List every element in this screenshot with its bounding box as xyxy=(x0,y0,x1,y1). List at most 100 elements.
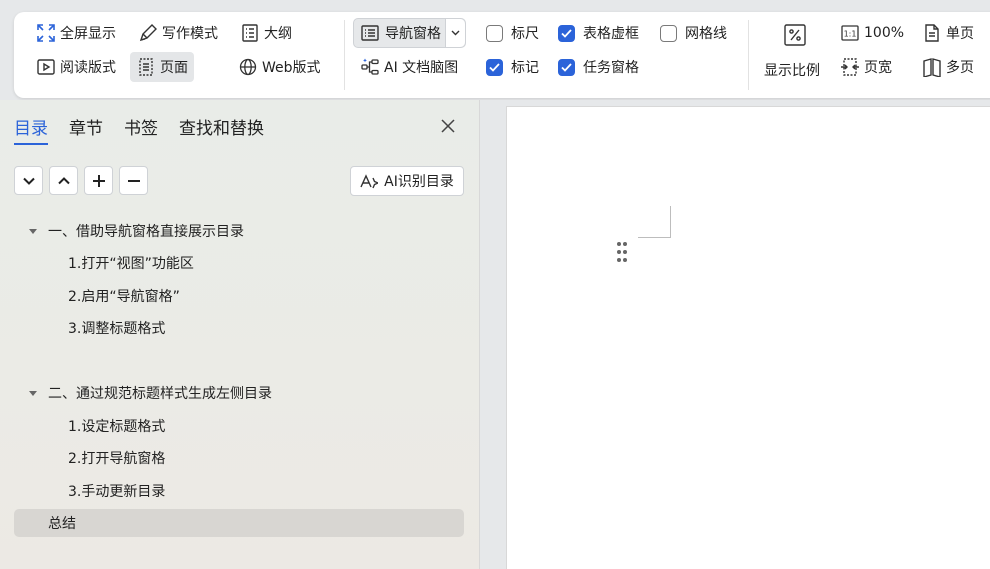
toc-item-label: 3.调整标题格式 xyxy=(68,321,166,337)
close-icon[interactable] xyxy=(440,118,456,134)
fullscreen-icon xyxy=(37,24,55,42)
toc-item[interactable]: 2.打开导航窗格 xyxy=(14,444,464,472)
checkmark-icon xyxy=(561,28,572,38)
web-layout-label: Web版式 xyxy=(262,60,321,76)
ai-mindmap-button[interactable]: AI 文档脑图 xyxy=(354,52,464,82)
fullscreen-label: 全屏显示 xyxy=(60,26,116,42)
page-width-button[interactable]: 页宽 xyxy=(834,52,898,82)
ai-sparkle-icon xyxy=(360,174,379,189)
tab-chapters[interactable]: 章节 xyxy=(69,114,103,145)
ai-recognize-toc-button[interactable]: AI识别目录 xyxy=(350,166,464,196)
toc-item[interactable]: 1.打开“视图”功能区 xyxy=(14,249,464,277)
task-pane-label: 任务窗格 xyxy=(583,60,639,76)
gridlines-checkbox-box[interactable] xyxy=(660,24,677,42)
markup-label: 标记 xyxy=(511,60,539,76)
toc-item[interactable]: 一、借助导航窗格直接展示目录 xyxy=(14,217,464,245)
zoom-label: 显示比例 xyxy=(764,63,820,79)
ribbon-separator xyxy=(748,20,749,90)
reading-layout-button[interactable]: 阅读版式 xyxy=(30,52,122,82)
single-page-label: 单页 xyxy=(946,26,974,42)
mindmap-icon xyxy=(361,58,379,75)
zoom-percent-icon xyxy=(784,24,806,46)
nav-tabs: 目录 章节 书签 查找和替换 xyxy=(14,114,264,145)
expand-down-button[interactable] xyxy=(14,166,43,195)
reading-layout-label: 阅读版式 xyxy=(60,60,116,76)
ai-recognize-toc-label: AI识别目录 xyxy=(384,174,454,190)
nav-pane-split-button[interactable]: 导航窗格 xyxy=(353,18,466,48)
single-page-button[interactable]: 单页 xyxy=(916,18,980,48)
toc-item[interactable]: 二、通过规范标题样式生成左侧目录 xyxy=(14,379,464,407)
page-layout-label: 页面 xyxy=(160,60,188,76)
chevron-down-icon xyxy=(22,177,35,185)
page-width-icon xyxy=(841,58,859,76)
multi-page-icon xyxy=(923,58,941,77)
outline-button[interactable]: 大纲 xyxy=(234,18,298,48)
nav-pane-dropdown[interactable] xyxy=(446,19,465,47)
ruler-label: 标尺 xyxy=(511,26,539,42)
page-layout-button[interactable]: 页面 xyxy=(130,52,194,82)
toc-item-label: 2.打开导航窗格 xyxy=(68,451,166,467)
tab-bookmarks[interactable]: 书签 xyxy=(124,114,158,145)
navigation-pane: 目录 章节 书签 查找和替换 AI识别目录 一、借助导航窗格直接展示目录 1.打… xyxy=(0,100,479,569)
ruler-checkbox-box[interactable] xyxy=(486,24,503,42)
ribbon-view-toolbar: 全屏显示 写作模式 大纲 阅读版式 页面 Web版式 导航窗格 AI 文档脑图 … xyxy=(14,12,990,98)
ribbon-separator xyxy=(344,20,345,90)
outline-icon xyxy=(242,24,258,42)
checkmark-icon xyxy=(489,62,500,72)
one-to-one-icon: 1:1 xyxy=(841,25,859,41)
toc-item-selected[interactable]: 总结 xyxy=(14,509,464,537)
checkmark-icon xyxy=(561,62,572,72)
task-pane-checkbox-box[interactable] xyxy=(558,58,575,76)
globe-icon xyxy=(239,58,257,76)
nav-pane-icon xyxy=(361,25,379,41)
outline-label: 大纲 xyxy=(264,26,292,42)
collapse-up-button[interactable] xyxy=(49,166,78,195)
multi-page-label: 多页 xyxy=(946,60,974,76)
multi-page-button[interactable]: 多页 xyxy=(916,52,980,82)
tab-toc[interactable]: 目录 xyxy=(14,114,48,145)
chevron-up-icon xyxy=(57,176,70,184)
toc-item-label: 1.打开“视图”功能区 xyxy=(68,256,194,272)
writing-mode-button[interactable]: 写作模式 xyxy=(132,18,224,48)
drag-handle-icon[interactable] xyxy=(616,241,628,263)
svg-text:1:1: 1:1 xyxy=(844,30,857,39)
table-gridlines-checkbox-box[interactable] xyxy=(558,24,575,42)
tab-find-replace[interactable]: 查找和替换 xyxy=(179,114,264,145)
pen-icon xyxy=(139,24,157,42)
plus-icon xyxy=(92,174,105,187)
document-page[interactable] xyxy=(506,106,990,569)
ruler-checkbox[interactable]: 标尺 xyxy=(486,18,539,48)
task-pane-checkbox[interactable]: 任务窗格 xyxy=(558,52,639,82)
minus-icon xyxy=(127,179,140,182)
margin-corner-mark xyxy=(638,206,671,238)
toc-item[interactable]: 1.设定标题格式 xyxy=(14,412,464,440)
writing-mode-label: 写作模式 xyxy=(162,26,218,42)
markup-checkbox[interactable]: 标记 xyxy=(486,52,539,82)
nav-pane-button[interactable]: 导航窗格 xyxy=(354,19,446,47)
toc-item[interactable]: 3.调整标题格式 xyxy=(14,314,464,342)
zoom-button[interactable]: 显示比例 xyxy=(760,20,830,88)
page-icon xyxy=(139,58,153,76)
toc-item-label: 1.设定标题格式 xyxy=(68,419,166,435)
toc-item[interactable]: 2.启用“导航窗格” xyxy=(14,282,464,310)
toc-item-label: 总结 xyxy=(48,516,76,532)
remove-heading-button[interactable] xyxy=(119,166,148,195)
nav-pane-label: 导航窗格 xyxy=(385,26,441,42)
toc-item[interactable]: 3.手动更新目录 xyxy=(14,477,464,505)
single-page-icon xyxy=(925,24,939,42)
zoom-100-button[interactable]: 1:1 100% xyxy=(834,18,910,48)
ai-mindmap-label: AI 文档脑图 xyxy=(384,60,459,76)
zoom-100-label: 100% xyxy=(864,25,905,41)
table-gridlines-label: 表格虚框 xyxy=(583,26,639,42)
page-width-label: 页宽 xyxy=(864,60,892,76)
add-heading-button[interactable] xyxy=(84,166,113,195)
caret-down-icon[interactable] xyxy=(28,228,48,235)
web-layout-button[interactable]: Web版式 xyxy=(232,52,327,82)
toc-item-label: 3.手动更新目录 xyxy=(68,484,166,500)
gridlines-checkbox[interactable]: 网格线 xyxy=(660,18,727,48)
markup-checkbox-box[interactable] xyxy=(486,58,503,76)
table-gridlines-checkbox[interactable]: 表格虚框 xyxy=(558,18,639,48)
toc-item-label: 2.启用“导航窗格” xyxy=(68,289,180,305)
fullscreen-button[interactable]: 全屏显示 xyxy=(30,18,122,48)
caret-down-icon[interactable] xyxy=(28,390,48,397)
